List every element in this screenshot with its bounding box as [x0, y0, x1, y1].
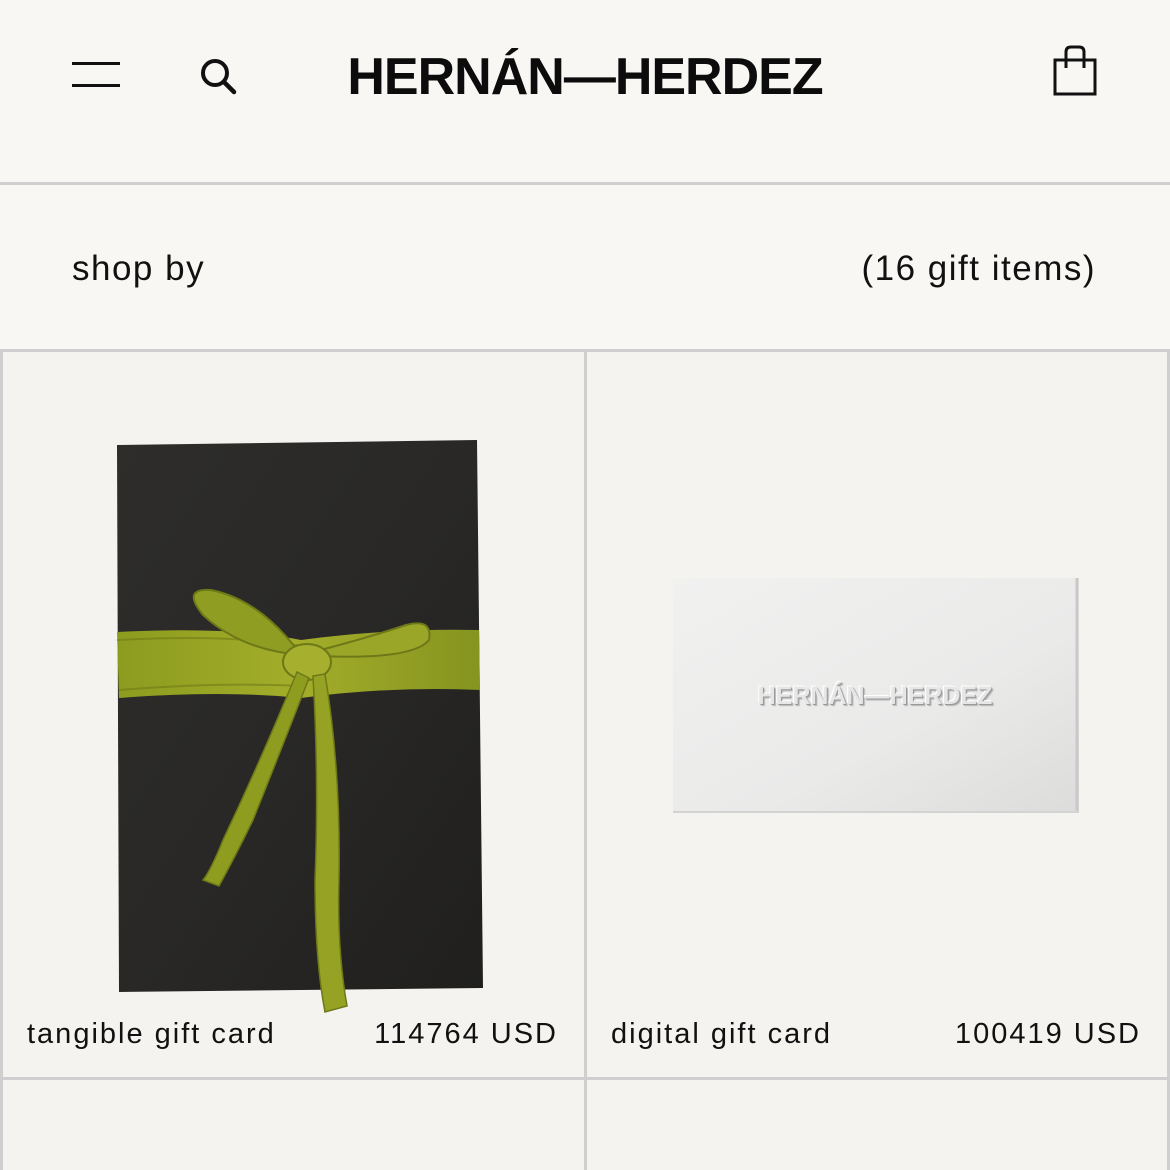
product-card-tangible-gift-card[interactable]: tangible gift card 114764 USD	[0, 352, 587, 1080]
product-card-placeholder[interactable]	[584, 1077, 1170, 1170]
site-header: HERNÁN—HERDEZ	[0, 0, 1170, 185]
product-price: 100419 USD	[954, 1018, 1141, 1050]
shopping-bag-button[interactable]	[1050, 44, 1100, 100]
shop-by-button[interactable]: shop by	[72, 249, 205, 289]
product-image-envelope	[116, 440, 483, 1013]
product-grid: tangible gift card 114764 USD HERNÁN—HER…	[0, 352, 1170, 1170]
hamburger-menu-icon	[72, 62, 120, 65]
product-name[interactable]: digital gift card	[611, 1017, 832, 1051]
menu-button[interactable]	[70, 58, 122, 94]
shopping-bag-icon	[1053, 45, 1097, 96]
hamburger-menu-icon-line	[72, 84, 120, 87]
filter-bar: shop by (16 gift items)	[0, 185, 1170, 352]
item-count: (16 gift items)	[861, 249, 1096, 288]
product-card-placeholder[interactable]	[0, 1077, 587, 1170]
product-price: 114764 USD	[374, 1018, 558, 1050]
search-icon	[201, 59, 237, 95]
card-embossed-logo: HERNÁN—HERDEZ	[757, 682, 993, 710]
product-card-digital-gift-card[interactable]: HERNÁN—HERDEZ digital gift card 100419 U…	[584, 352, 1170, 1080]
search-button[interactable]	[196, 54, 240, 98]
product-name[interactable]: tangible gift card	[27, 1017, 276, 1051]
brand-logo[interactable]: HERNÁN—HERDEZ	[250, 46, 920, 108]
